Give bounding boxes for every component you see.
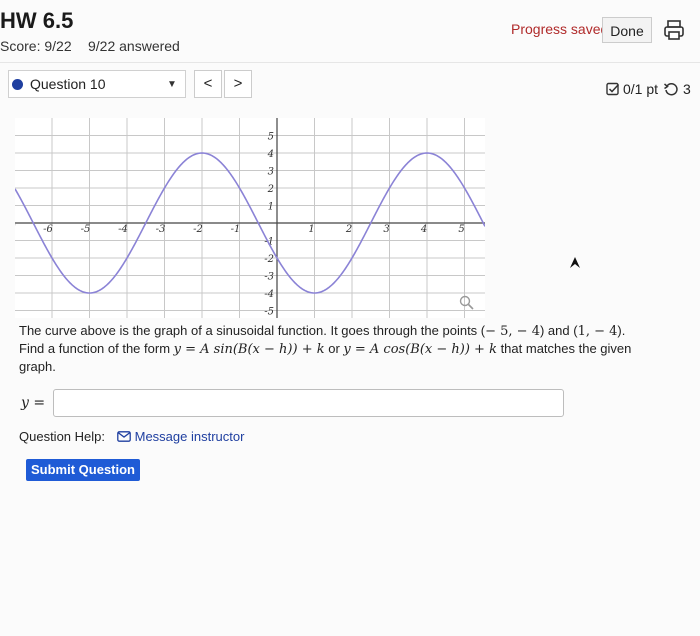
- print-icon: [664, 20, 684, 40]
- x-tick-label: 2: [345, 224, 352, 235]
- x-tick-label: 4: [420, 224, 427, 235]
- y-tick-label: 4: [267, 149, 274, 160]
- point-2: 1, − 4: [577, 324, 618, 339]
- question-text-part: graph.: [19, 359, 56, 374]
- x-tick-label: -2: [193, 224, 203, 235]
- retry-icon: [664, 83, 678, 96]
- sine-form: y = A sin(B(x − h)) + k: [173, 342, 325, 357]
- question-text-part: that matches the given: [496, 341, 632, 356]
- progress-saved-status: Progress saved: [511, 21, 609, 37]
- y-tick-label: -2: [264, 254, 274, 265]
- answer-input[interactable]: [53, 389, 564, 417]
- x-tick-label: 1: [308, 224, 314, 235]
- question-select-label: Question 10: [30, 76, 106, 92]
- y-tick-label: -4: [264, 289, 274, 300]
- x-tick-label: -5: [81, 224, 91, 235]
- x-tick-label: -6: [43, 224, 53, 235]
- points-label: 0/1 pt: [623, 81, 659, 97]
- checkbox-score-icon: [606, 82, 620, 96]
- print-button[interactable]: [659, 17, 689, 43]
- question-status-dot: [12, 79, 23, 90]
- question-text-part: Find a function of the form: [19, 341, 174, 356]
- y-tick-label: 2: [267, 184, 274, 195]
- y-tick-label: 1: [268, 202, 274, 213]
- question-text-part: ) and (: [539, 323, 578, 338]
- y-tick-label: 5: [268, 132, 274, 143]
- mail-icon: [117, 431, 131, 442]
- message-instructor-label: Message instructor: [134, 429, 245, 444]
- x-tick-label: 5: [458, 224, 464, 235]
- attempts-remaining: 3: [683, 81, 691, 97]
- y-tick-label: -5: [264, 307, 274, 318]
- sinusoid-graph: -7-6-5-4-3-2-11234554321-1-2-3-4-5: [15, 118, 485, 318]
- question-text-part: ).: [617, 323, 626, 338]
- submit-question-button[interactable]: Submit Question: [26, 459, 140, 481]
- y-tick-label: -3: [264, 272, 274, 283]
- question-text-part: The curve above is the graph of a sinuso…: [19, 323, 486, 338]
- x-tick-label: -4: [118, 224, 128, 235]
- x-tick-label: 3: [383, 224, 389, 235]
- question-help-label: Question Help:: [19, 429, 105, 444]
- question-text: The curve above is the graph of a sinuso…: [19, 322, 669, 375]
- x-tick-label: -1: [231, 224, 241, 235]
- point-1: − 5, − 4: [485, 324, 540, 339]
- mouse-cursor-icon: [570, 257, 580, 268]
- cosine-form: y = A cos(B(x − h)) + k: [343, 342, 497, 357]
- x-tick-label: -3: [156, 224, 166, 235]
- page-title: HW 6.5: [0, 8, 74, 33]
- answer-label: y =: [21, 395, 46, 411]
- next-question-button[interactable]: >: [224, 70, 252, 98]
- y-tick-label: 3: [268, 167, 274, 178]
- answered-count: 9/22 answered: [88, 38, 180, 54]
- header-divider: [0, 62, 700, 63]
- question-text-part: or: [324, 341, 344, 356]
- message-instructor-link[interactable]: Message instructor: [117, 429, 244, 444]
- done-button[interactable]: Done: [602, 17, 652, 43]
- previous-question-button[interactable]: <: [194, 70, 222, 98]
- score-label: Score: 9/22: [0, 38, 72, 54]
- chevron-down-icon: ▼: [167, 79, 177, 90]
